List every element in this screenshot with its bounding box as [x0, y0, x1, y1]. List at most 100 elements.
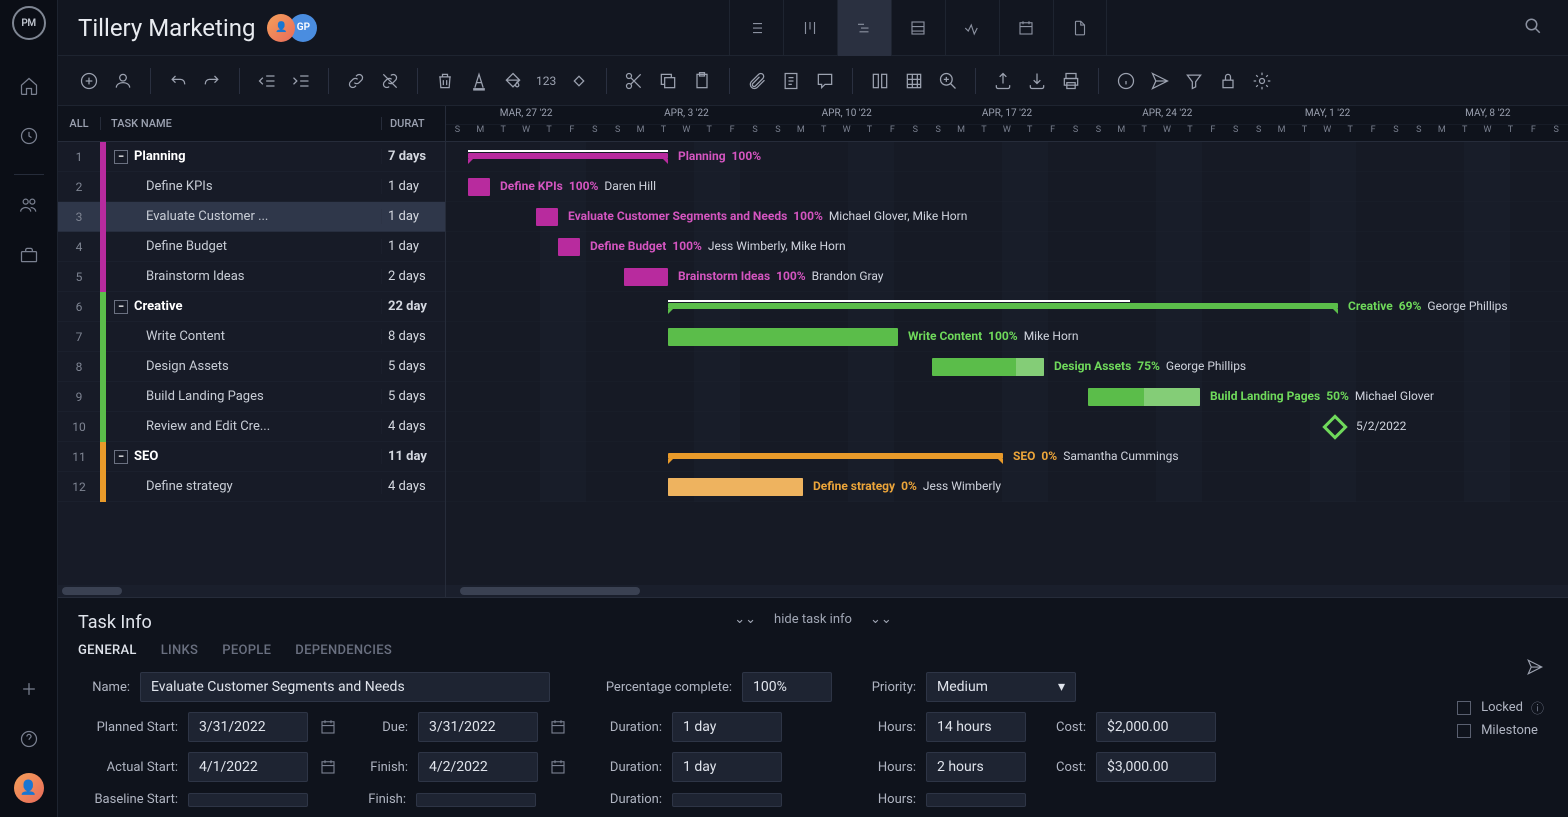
planned-start-input[interactable]: 3/31/2022	[188, 712, 308, 742]
calendar-icon[interactable]	[318, 717, 338, 737]
milestone-diamond[interactable]	[1322, 414, 1347, 439]
calendar-icon[interactable]	[548, 757, 568, 777]
board-view-icon[interactable]	[783, 0, 837, 56]
collapse-icon[interactable]: −	[114, 450, 128, 464]
gantt-bar[interactable]	[668, 453, 1003, 459]
table-row[interactable]: 11 −SEO 11 day	[58, 442, 445, 472]
fill-icon[interactable]	[498, 66, 528, 96]
grid-icon[interactable]	[899, 66, 929, 96]
link-icon[interactable]	[341, 66, 371, 96]
settings-icon[interactable]	[1247, 66, 1277, 96]
gantt-bar[interactable]	[932, 358, 1044, 376]
collapse-icon[interactable]: −	[114, 150, 128, 164]
project-avatars[interactable]: 👤 GP	[273, 14, 317, 42]
recent-icon[interactable]	[13, 120, 45, 152]
table-row[interactable]: 2 Define KPIs 1 day	[58, 172, 445, 202]
baseline-start-input[interactable]	[188, 793, 308, 807]
print-icon[interactable]	[1056, 66, 1086, 96]
table-row[interactable]: 10 Review and Edit Cre... 4 days	[58, 412, 445, 442]
help-icon[interactable]	[13, 723, 45, 755]
outdent-icon[interactable]	[252, 66, 282, 96]
table-row[interactable]: 12 Define strategy 4 days	[58, 472, 445, 502]
indent-icon[interactable]	[286, 66, 316, 96]
tab-dependencies[interactable]: DEPENDENCIES	[295, 643, 392, 658]
table-row[interactable]: 3 Evaluate Customer ... 1 day	[58, 202, 445, 232]
wbs-number[interactable]: 123	[532, 66, 560, 96]
paste-icon[interactable]	[687, 66, 717, 96]
grid-scrollbar[interactable]	[58, 585, 445, 597]
import-icon[interactable]	[1022, 66, 1052, 96]
gantt-scrollbar[interactable]	[446, 585, 1568, 597]
calendar-icon[interactable]	[548, 717, 568, 737]
duration-actual-input[interactable]: 1 day	[672, 752, 782, 782]
collapse-icon[interactable]: −	[114, 300, 128, 314]
add-task-icon[interactable]	[74, 66, 104, 96]
briefcase-icon[interactable]	[13, 239, 45, 271]
notes-icon[interactable]	[776, 66, 806, 96]
locked-checkbox[interactable]: Locked ⓘ	[1457, 698, 1544, 717]
send-icon[interactable]	[1526, 658, 1544, 680]
undo-icon[interactable]	[163, 66, 193, 96]
hours-baseline-input[interactable]	[926, 793, 1026, 807]
cost-input[interactable]: $2,000.00	[1096, 712, 1216, 742]
gantt-bar[interactable]	[668, 478, 803, 496]
table-row[interactable]: 9 Build Landing Pages 5 days	[58, 382, 445, 412]
table-row[interactable]: 4 Define Budget 1 day	[58, 232, 445, 262]
files-view-icon[interactable]	[1053, 0, 1107, 56]
milestone-checkbox[interactable]: Milestone	[1457, 723, 1544, 738]
gantt-view-icon[interactable]	[837, 0, 891, 56]
avatar[interactable]: 👤	[267, 14, 295, 42]
due-input[interactable]: 3/31/2022	[418, 712, 538, 742]
col-name[interactable]: TASK NAME	[100, 117, 381, 130]
baseline-finish-input[interactable]	[416, 793, 536, 807]
col-duration[interactable]: DURAT	[381, 117, 445, 130]
cost-actual-input[interactable]: $3,000.00	[1096, 752, 1216, 782]
gantt-bar[interactable]	[558, 238, 580, 256]
duration-baseline-input[interactable]	[672, 793, 782, 807]
add-icon[interactable]	[13, 673, 45, 705]
search-icon[interactable]	[1518, 17, 1548, 39]
milestone-icon[interactable]	[564, 66, 594, 96]
text-color-icon[interactable]	[464, 66, 494, 96]
hide-task-info[interactable]: ⌄⌄ hide task info ⌄⌄	[734, 612, 892, 627]
gantt-bar[interactable]	[468, 178, 490, 196]
calendar-icon[interactable]	[318, 757, 338, 777]
table-row[interactable]: 7 Write Content 8 days	[58, 322, 445, 352]
priority-select[interactable]: Medium▾	[926, 672, 1076, 702]
filter-icon[interactable]	[1179, 66, 1209, 96]
info-icon[interactable]	[1111, 66, 1141, 96]
tab-people[interactable]: PEOPLE	[222, 643, 271, 658]
duration-input[interactable]: 1 day	[672, 712, 782, 742]
table-row[interactable]: 8 Design Assets 5 days	[58, 352, 445, 382]
col-all[interactable]: ALL	[58, 117, 100, 130]
send-icon[interactable]	[1145, 66, 1175, 96]
name-input[interactable]: Evaluate Customer Segments and Needs	[140, 672, 550, 702]
table-row[interactable]: 1 −Planning 7 days	[58, 142, 445, 172]
actual-start-input[interactable]: 4/1/2022	[188, 752, 308, 782]
dashboard-view-icon[interactable]	[945, 0, 999, 56]
home-icon[interactable]	[13, 70, 45, 102]
calendar-view-icon[interactable]	[999, 0, 1053, 56]
hours-actual-input[interactable]: 2 hours	[926, 752, 1026, 782]
team-icon[interactable]	[13, 189, 45, 221]
comment-icon[interactable]	[810, 66, 840, 96]
gantt-bar[interactable]	[1088, 388, 1200, 406]
unlink-icon[interactable]	[375, 66, 405, 96]
user-avatar[interactable]: 👤	[14, 773, 44, 803]
gantt-bar[interactable]	[668, 303, 1338, 309]
gantt-bar[interactable]	[468, 153, 668, 159]
columns-icon[interactable]	[865, 66, 895, 96]
table-row[interactable]: 5 Brainstorm Ideas 2 days	[58, 262, 445, 292]
redo-icon[interactable]	[197, 66, 227, 96]
export-icon[interactable]	[988, 66, 1018, 96]
hours-input[interactable]: 14 hours	[926, 712, 1026, 742]
table-row[interactable]: 6 −Creative 22 day	[58, 292, 445, 322]
copy-icon[interactable]	[653, 66, 683, 96]
pct-input[interactable]: 100%	[742, 672, 832, 702]
delete-icon[interactable]	[430, 66, 460, 96]
assign-icon[interactable]	[108, 66, 138, 96]
cut-icon[interactable]	[619, 66, 649, 96]
lock-icon[interactable]	[1213, 66, 1243, 96]
sheet-view-icon[interactable]	[891, 0, 945, 56]
gantt-bar[interactable]	[624, 268, 668, 286]
